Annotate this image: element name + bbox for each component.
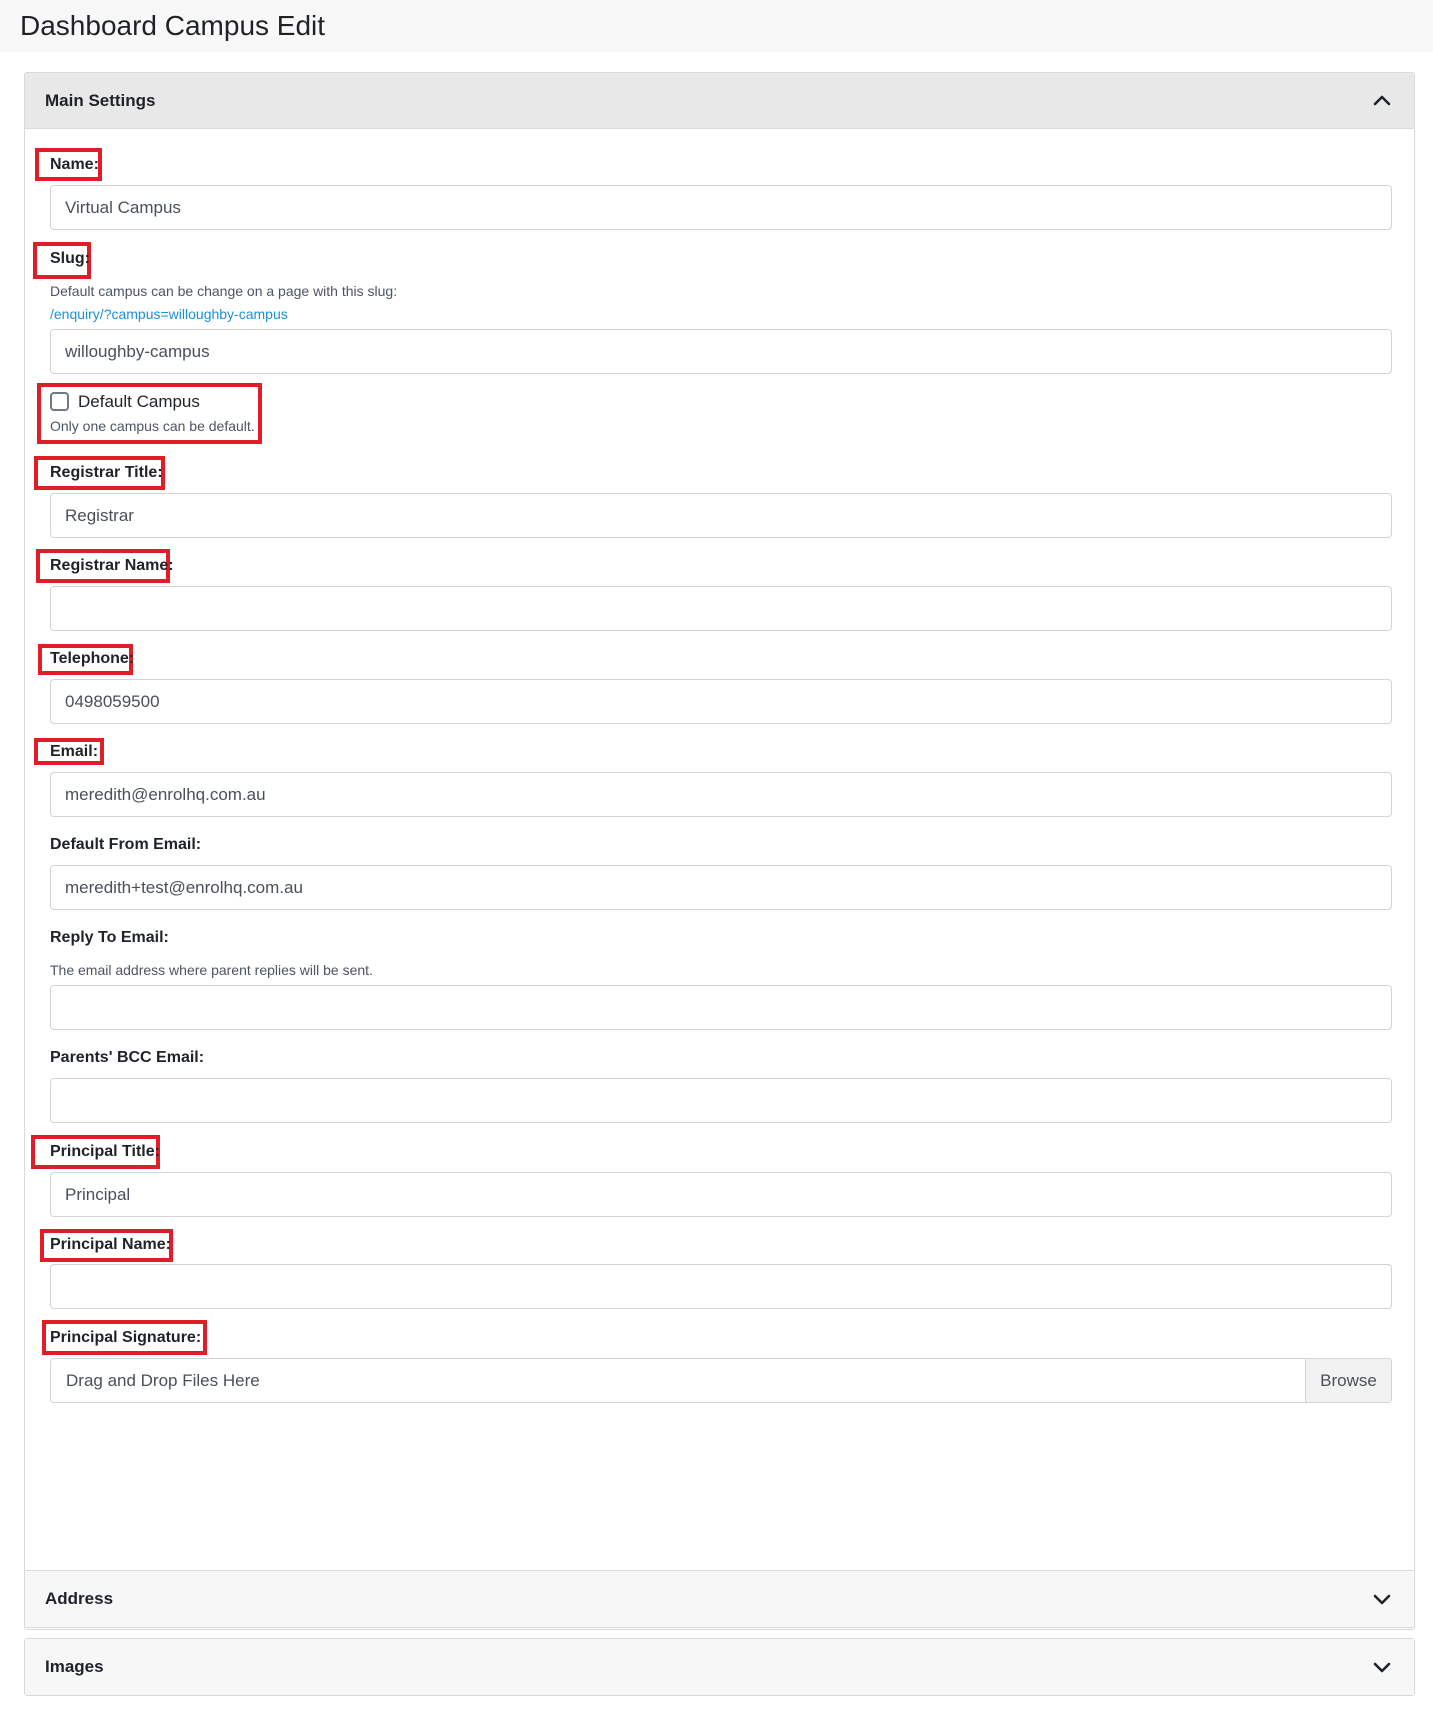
default-campus-checkbox[interactable] — [50, 392, 69, 411]
name-label: Name: — [50, 156, 99, 173]
registrar-name-label: Registrar Name: — [50, 557, 174, 574]
email-label: Email: — [50, 743, 99, 760]
reply-to-email-input[interactable] — [50, 985, 1392, 1030]
main-settings-header[interactable]: Main Settings — [25, 73, 1414, 129]
default-campus-label[interactable]: Default Campus — [78, 392, 200, 412]
address-title: Address — [45, 1589, 114, 1608]
name-input[interactable] — [50, 185, 1392, 230]
registrar-title-label: Registrar Title: — [50, 464, 163, 481]
dropzone-placeholder: Drag and Drop Files Here — [66, 1371, 260, 1390]
chevron-down-icon[interactable] — [1370, 1587, 1394, 1611]
default-campus-help: Only one campus can be default. — [50, 418, 255, 434]
images-header[interactable]: Images — [25, 1639, 1414, 1695]
default-from-email-input[interactable] — [50, 865, 1392, 910]
principal-name-label: Principal Name: — [50, 1236, 171, 1253]
registrar-title-input[interactable] — [50, 493, 1392, 538]
main-settings-body: Name: Slug: Default campus can be change… — [25, 129, 1414, 1629]
slug-link[interactable]: /enquiry/?campus=willoughby-campus — [50, 306, 288, 322]
address-panel: Address — [24, 1570, 1415, 1628]
default-from-email-label: Default From Email: — [50, 836, 202, 853]
telephone-input[interactable] — [50, 679, 1392, 724]
parents-bcc-email-input[interactable] — [50, 1078, 1392, 1123]
page-title: Dashboard Campus Edit — [20, 10, 326, 41]
principal-signature-label: Principal Signature: — [50, 1329, 202, 1346]
chevron-down-icon[interactable] — [1370, 1655, 1394, 1679]
principal-title-label: Principal Title: — [50, 1143, 160, 1160]
page-header: Dashboard Campus Edit — [0, 0, 1433, 52]
reply-to-email-label: Reply To Email: — [50, 929, 169, 946]
images-title: Images — [45, 1657, 104, 1676]
main-settings-title: Main Settings — [45, 91, 156, 110]
principal-title-input[interactable] — [50, 1172, 1392, 1217]
principal-signature-dropzone[interactable]: Drag and Drop Files Here Browse — [50, 1358, 1392, 1403]
telephone-label: Telephone: — [50, 650, 135, 667]
chevron-up-icon[interactable] — [1370, 89, 1394, 113]
images-panel: Images — [24, 1638, 1415, 1696]
parents-bcc-email-label: Parents' BCC Email: — [50, 1049, 205, 1066]
reply-to-email-help: The email address where parent replies w… — [50, 962, 373, 978]
slug-input[interactable] — [50, 329, 1392, 374]
slug-label: Slug: — [50, 250, 90, 267]
slug-help-text: Default campus can be change on a page w… — [50, 283, 398, 299]
registrar-name-input[interactable] — [50, 586, 1392, 631]
browse-button[interactable]: Browse — [1305, 1359, 1391, 1402]
principal-name-input[interactable] — [50, 1264, 1392, 1309]
address-header[interactable]: Address — [25, 1571, 1414, 1627]
main-settings-panel: Main Settings Name: Slug: Default campus… — [24, 72, 1415, 1630]
email-input[interactable] — [50, 772, 1392, 817]
